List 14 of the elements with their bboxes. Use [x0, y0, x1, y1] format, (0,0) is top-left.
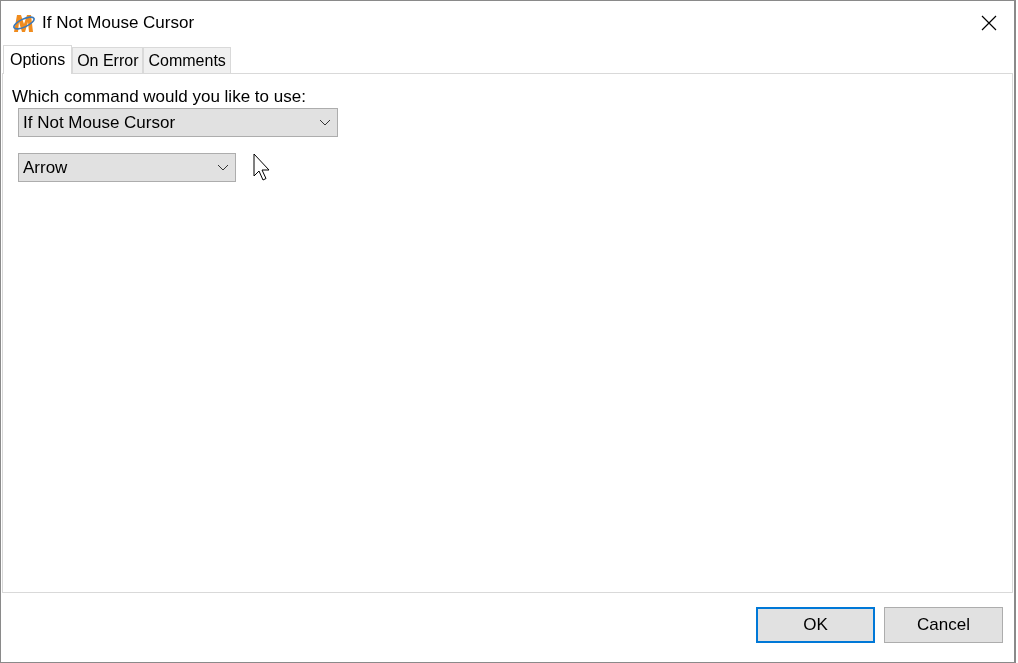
prompt-label: Which command would you like to use:	[12, 87, 307, 107]
close-icon	[981, 15, 997, 31]
tab[interactable]: Comments	[143, 47, 231, 73]
tab[interactable]: Options	[3, 45, 73, 74]
tab[interactable]: On Error	[72, 47, 144, 73]
dropdown[interactable]: Arrow	[18, 153, 236, 182]
app-logo-icon	[12, 12, 36, 34]
dialog-button[interactable]: Cancel	[884, 606, 1003, 643]
mouse-pointer-icon	[253, 153, 273, 181]
window-title: If Not Mouse Cursor	[42, 13, 196, 33]
chevron-down-icon	[319, 119, 331, 126]
dropdown[interactable]: If Not Mouse Cursor	[18, 108, 338, 137]
chevron-down-icon	[217, 164, 229, 171]
dialog-button[interactable]: OK	[756, 606, 875, 643]
